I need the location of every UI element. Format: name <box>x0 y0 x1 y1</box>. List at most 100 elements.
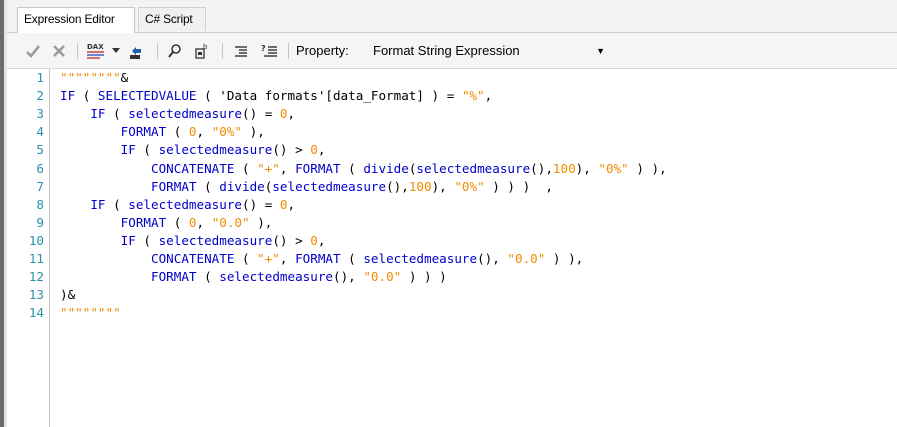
line-number: 12 <box>28 269 44 285</box>
code-token: IF <box>120 232 136 248</box>
code-token: , <box>279 160 296 176</box>
code-token: , <box>484 88 493 104</box>
line-number: 10 <box>28 232 44 248</box>
dax-format-dropdown-icon[interactable] <box>111 41 121 61</box>
code-token: IF <box>60 88 76 104</box>
code-token: SELECTEDVALUE <box>97 88 197 104</box>
code-token: ( <box>135 232 159 248</box>
code-token: ( <box>340 251 364 266</box>
code-line[interactable]: 5 IF ( selectedmeasure() > 0, <box>20 141 890 159</box>
code-line[interactable]: 1 """"""""& <box>20 69 890 87</box>
code-line[interactable]: 6 CONCATENATE ( "+", FORMAT ( divide(sel… <box>20 160 890 178</box>
code-token: ( <box>234 251 258 266</box>
line-number: 3 <box>36 106 44 122</box>
code-text: IF ( SELECTEDVALUE ( 'Data formats'[data… <box>60 87 492 105</box>
property-select[interactable]: Format String Expression ▼ <box>367 41 615 61</box>
code-token: ), <box>431 178 455 194</box>
code-line[interactable]: 2 IF ( SELECTEDVALUE ( 'Data formats'[dat… <box>20 87 890 105</box>
code-token: "0.0" <box>211 214 250 230</box>
comment-icon[interactable] <box>231 41 251 61</box>
search-icon[interactable] <box>165 41 185 61</box>
code-text: FORMAT ( 0, "0%" ), <box>60 123 265 141</box>
code-text: FORMAT ( selectedmeasure(), "0.0" ) ) ) <box>60 268 447 286</box>
code-token: , <box>317 232 326 248</box>
line-number: 8 <box>36 196 44 212</box>
property-select-value: Format String Expression <box>373 43 520 58</box>
cancel-icon[interactable] <box>49 41 69 61</box>
code-text: CONCATENATE ( "+", FORMAT ( selectedmeas… <box>60 250 583 268</box>
code-token: selectedmeasure <box>128 106 242 122</box>
code-token: FORMAT <box>120 214 167 230</box>
code-token: ) ) ) <box>401 269 447 285</box>
code-token: "0.0" <box>507 251 546 266</box>
code-token: IF <box>120 142 136 158</box>
code-text: """""""" <box>60 304 121 322</box>
code-text: IF ( selectedmeasure() > 0, <box>60 141 326 159</box>
tab-csharp-script[interactable]: C# Script <box>138 7 206 31</box>
code-token: "%" <box>461 88 485 104</box>
line-number: 4 <box>36 124 44 140</box>
code-token: ( <box>340 160 364 176</box>
line-number: 13 <box>28 287 44 303</box>
code-text: IF ( selectedmeasure() > 0, <box>60 232 326 250</box>
code-token: ( <box>75 88 98 104</box>
code-line[interactable]: 14 """""""" <box>20 304 890 322</box>
code-text: IF ( selectedmeasure() = 0, <box>60 196 295 214</box>
code-token: ( 'Data formats'[data_Format] ) = <box>196 88 462 104</box>
uncomment-icon[interactable]: ? <box>259 41 281 61</box>
code-line[interactable]: 8 IF ( selectedmeasure() = 0, <box>20 196 890 214</box>
check-icon[interactable] <box>23 41 43 61</box>
code-token: FORMAT <box>120 124 167 140</box>
line-number: 11 <box>28 251 44 266</box>
toolbar-separator <box>77 43 78 59</box>
line-number: 14 <box>28 305 44 321</box>
code-text: FORMAT ( divide(selectedmeasure(),100), … <box>60 178 553 196</box>
code-line[interactable]: 3 IF ( selectedmeasure() = 0, <box>20 105 890 123</box>
line-number: 7 <box>36 178 44 194</box>
line-number: 5 <box>36 142 44 158</box>
code-token: , <box>279 251 296 266</box>
code-token: , <box>196 214 212 230</box>
code-token: ( <box>234 160 258 176</box>
svg-text:b: b <box>203 43 208 51</box>
code-line[interactable]: 12 FORMAT ( selectedmeasure(), "0.0" ) )… <box>20 268 890 286</box>
line-number: 6 <box>36 160 44 176</box>
code-token: (), <box>530 160 553 176</box>
find-replace-icon[interactable]: b <box>192 41 214 61</box>
code-line[interactable]: 11 CONCATENATE ( "+", FORMAT ( selectedm… <box>20 250 890 268</box>
code-token: 0 <box>279 106 288 122</box>
code-token: )& <box>60 287 76 303</box>
dax-format-icon[interactable]: DAX <box>85 41 109 61</box>
code-text: """"""""& <box>60 69 128 87</box>
code-token: selectedmeasure <box>158 232 273 248</box>
code-line[interactable]: 9 FORMAT ( 0, "0.0" ), <box>20 214 890 232</box>
code-token: , <box>317 142 326 158</box>
line-number: 9 <box>36 214 44 230</box>
code-token: "+" <box>257 251 280 266</box>
deploy-icon[interactable] <box>124 41 146 61</box>
line-number: 1 <box>36 70 44 85</box>
code-token: ) ) ) , <box>484 178 553 194</box>
code-token: IF <box>90 196 106 212</box>
code-token: () > <box>272 232 311 248</box>
code-token: divide <box>363 160 409 176</box>
code-token: selectedmeasure <box>363 251 478 266</box>
code-token: 0 <box>279 196 288 212</box>
code-token: ), <box>575 160 599 176</box>
code-line[interactable]: 10 IF ( selectedmeasure() > 0, <box>20 232 890 250</box>
code-token: selectedmeasure <box>272 178 387 194</box>
code-text: IF ( selectedmeasure() = 0, <box>60 105 295 123</box>
code-token: "0.0" <box>363 269 402 285</box>
code-text: )& <box>60 286 75 304</box>
code-line[interactable]: 13 )& <box>20 286 890 304</box>
code-token: , <box>196 124 212 140</box>
code-line[interactable]: 7 FORMAT ( divide(selectedmeasure(),100)… <box>20 178 890 196</box>
code-token: 0 <box>188 214 197 230</box>
tab-expression-editor[interactable]: Expression Editor <box>17 7 135 33</box>
code-token: ), <box>249 214 273 230</box>
code-token: """""""" <box>60 70 121 85</box>
code-line[interactable]: 4 FORMAT ( 0, "0%" ), <box>20 123 890 141</box>
